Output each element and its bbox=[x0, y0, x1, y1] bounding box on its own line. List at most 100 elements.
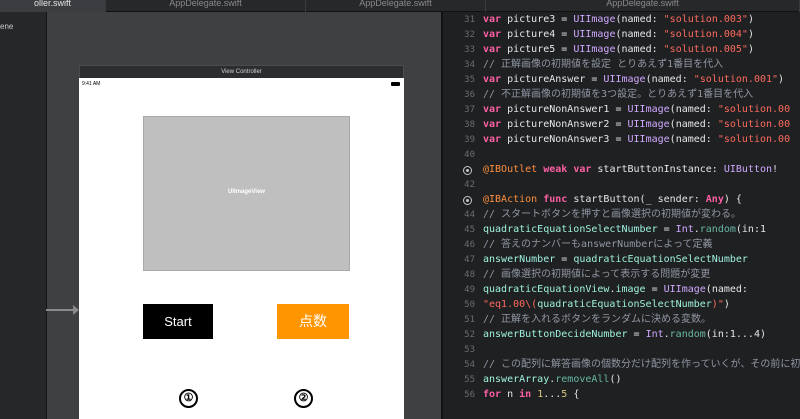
code-token: weak var bbox=[543, 164, 598, 175]
line-number: 45 bbox=[464, 225, 475, 235]
code-line[interactable]: 34 // 正解画像の初期値を設定 とりあえず1番目を代入 bbox=[443, 57, 800, 73]
choice-button-2[interactable]: ② bbox=[294, 389, 313, 408]
code-line[interactable]: 55 answerArray.removeAll() bbox=[443, 372, 800, 388]
code-editor[interactable]: 31 var picture3 = UIImage(named: "solutio… bbox=[443, 12, 800, 419]
code-text: // 答えのナンバーもanswerNumberによって定義 bbox=[483, 237, 713, 253]
code-line[interactable]: 39 var pictureNonAnswer3 = UIImage(named:… bbox=[443, 132, 800, 148]
code-line[interactable]: 52 answerButtonDecideNumber = Int.random… bbox=[443, 327, 800, 343]
choice-button-1[interactable]: ① bbox=[179, 389, 198, 408]
code-token: UIImage bbox=[663, 284, 706, 295]
code-token: (named: bbox=[669, 104, 718, 115]
code-line[interactable]: 48 // 画像選択の初期値によって表示する問題が変更 bbox=[443, 267, 800, 283]
code-token: = bbox=[645, 284, 664, 295]
code-text: for n in 1...5 { bbox=[483, 387, 579, 403]
tab-appdelegate-3[interactable]: AppDelegate.swift bbox=[486, 0, 800, 12]
line-number: 51 bbox=[464, 315, 475, 325]
initial-vc-arrow-icon[interactable] bbox=[46, 305, 79, 315]
code-text: var pictureNonAnswer3 = UIImage(named: "… bbox=[483, 132, 790, 148]
line-number: 50 bbox=[464, 300, 475, 310]
tab-appdelegate-2[interactable]: AppDelegate.swift bbox=[306, 0, 486, 12]
code-line[interactable]: 31 var picture3 = UIImage(named: "solutio… bbox=[443, 12, 800, 28]
code-line[interactable]: 47 answerNumber = quadraticEquationSelec… bbox=[443, 252, 800, 268]
code-line[interactable]: 49 quadraticEquationView.image = UIImage… bbox=[443, 282, 800, 298]
code-token: UIImage bbox=[627, 104, 670, 115]
line-number: 39 bbox=[464, 135, 475, 145]
line-number: 55 bbox=[464, 375, 475, 385]
code-line[interactable]: 37 var pictureNonAnswer1 = UIImage(named:… bbox=[443, 102, 800, 118]
line-number: 40 bbox=[464, 150, 475, 160]
code-line[interactable]: 56 for n in 1...5 { bbox=[443, 387, 800, 403]
code-token: "solution.005" bbox=[663, 44, 748, 55]
code-line[interactable]: 42 bbox=[443, 177, 800, 193]
code-line[interactable]: @IBAction func startButton(_ sender: Any… bbox=[443, 192, 800, 208]
code-token: UIImage bbox=[627, 134, 670, 145]
code-text: // スタートボタンを押すと画像選択の初期値が変わる。 bbox=[483, 207, 741, 223]
scene-label[interactable]: ene bbox=[0, 22, 13, 31]
line-number: 31 bbox=[464, 15, 475, 25]
editor-tab-bar: oller.swift AppDelegate.swift AppDelegat… bbox=[0, 0, 800, 12]
code-text: answerNumber = quadraticEquationSelectNu… bbox=[483, 252, 748, 268]
line-number: 33 bbox=[464, 45, 475, 55]
code-token: ) bbox=[723, 299, 730, 310]
code-line[interactable]: 45 quadraticEquationSelectNumber = Int.r… bbox=[443, 222, 800, 238]
code-line[interactable]: 36 // 不正解画像の初期値を3つ設定。とりあえず1番目を代入 bbox=[443, 87, 800, 103]
code-text: // 不正解画像の初期値を3つ設定。とりあえず1番目を代入 bbox=[483, 87, 753, 103]
code-line[interactable]: 33 var picture5 = UIImage(named: "solutio… bbox=[443, 42, 800, 58]
code-line[interactable]: 44 // スタートボタンを押すと画像選択の初期値が変わる。 bbox=[443, 207, 800, 223]
code-token: Int bbox=[645, 329, 664, 340]
status-bar-time: 9:41 AM bbox=[82, 81, 101, 87]
code-token: ... bbox=[543, 389, 562, 400]
start-button[interactable]: Start bbox=[143, 304, 213, 339]
code-token: ) { bbox=[723, 194, 742, 205]
code-token: = bbox=[657, 224, 676, 235]
code-token: removeAll bbox=[555, 374, 610, 385]
line-number: 46 bbox=[464, 240, 475, 250]
code-token: ) bbox=[747, 44, 754, 55]
code-token: pictureNonAnswer3 = bbox=[507, 134, 628, 145]
code-token: UIImage bbox=[627, 119, 670, 130]
code-token: { bbox=[567, 389, 580, 400]
code-token: picture4 = bbox=[507, 29, 574, 40]
code-text: answerButtonDecideNumber = Int.random(in… bbox=[483, 327, 766, 343]
code-token: quadraticEquationSelectNumber bbox=[483, 224, 658, 235]
score-button[interactable]: 点数 bbox=[277, 304, 349, 339]
code-token: "solution.003" bbox=[663, 14, 748, 25]
code-token: "solution.00 bbox=[717, 119, 791, 130]
code-line[interactable]: 40 bbox=[443, 147, 800, 163]
code-token: var bbox=[483, 29, 508, 40]
code-line[interactable]: 50 "eq1.00\(quadraticEquationSelectNumbe… bbox=[443, 297, 800, 313]
document-outline: ene bbox=[0, 12, 47, 419]
code-token: @IBOutlet bbox=[483, 164, 544, 175]
code-token: "solution.004" bbox=[663, 29, 748, 40]
code-line[interactable]: 46 // 答えのナンバーもanswerNumberによって定義 bbox=[443, 237, 800, 253]
code-token: @IBAction bbox=[483, 194, 544, 205]
view-controller-view[interactable]: 9:41 AM UIImageView Start 点数 ① ② bbox=[79, 78, 404, 419]
code-token: // 答えのナンバーもanswerNumberによって定義 bbox=[483, 239, 713, 250]
code-token: ) bbox=[778, 74, 785, 85]
code-line[interactable]: 51 // 正解を入れるボタンをランダムに決める変数。 bbox=[443, 312, 800, 328]
code-token: // この配列に解答画像の個数分だけ配列を作っていくが、その前に初 bbox=[483, 359, 800, 370]
image-view-label: UIImageView bbox=[228, 189, 265, 195]
connection-outlet-icon[interactable] bbox=[463, 196, 472, 205]
code-line[interactable]: 35 var pictureAnswer = UIImage(named: "so… bbox=[443, 72, 800, 88]
code-token: ) bbox=[747, 14, 754, 25]
code-line[interactable]: 54 // この配列に解答画像の個数分だけ配列を作っていくが、その前に初 bbox=[443, 357, 800, 373]
code-text: answerArray.removeAll() bbox=[483, 372, 622, 388]
tab-viewcontroller[interactable]: oller.swift bbox=[0, 0, 106, 12]
code-text: var picture5 = UIImage(named: "solution.… bbox=[483, 42, 754, 58]
line-number: 35 bbox=[464, 75, 475, 85]
connection-outlet-icon[interactable] bbox=[463, 166, 472, 175]
code-text: quadraticEquationSelectNumber = Int.rand… bbox=[483, 222, 766, 238]
code-text: var picture3 = UIImage(named: "solution.… bbox=[483, 12, 754, 28]
code-line[interactable]: 38 var pictureNonAnswer2 = UIImage(named:… bbox=[443, 117, 800, 133]
image-view[interactable]: UIImageView bbox=[143, 116, 350, 271]
code-text: @IBAction func startButton(_ sender: Any… bbox=[483, 192, 742, 208]
code-token: (in:1...4) bbox=[705, 329, 766, 340]
vc-scene-title[interactable]: View Controller bbox=[79, 65, 404, 78]
tab-appdelegate-1[interactable]: AppDelegate.swift bbox=[106, 0, 306, 12]
code-line[interactable]: @IBOutlet weak var startButtonInstance: … bbox=[443, 162, 800, 178]
code-line[interactable]: 32 var picture4 = UIImage(named: "solutio… bbox=[443, 27, 800, 43]
code-text: // 正解画像の初期値を設定 とりあえず1番目を代入 bbox=[483, 57, 723, 73]
line-number: 53 bbox=[464, 345, 475, 355]
code-line[interactable]: 53 bbox=[443, 342, 800, 358]
